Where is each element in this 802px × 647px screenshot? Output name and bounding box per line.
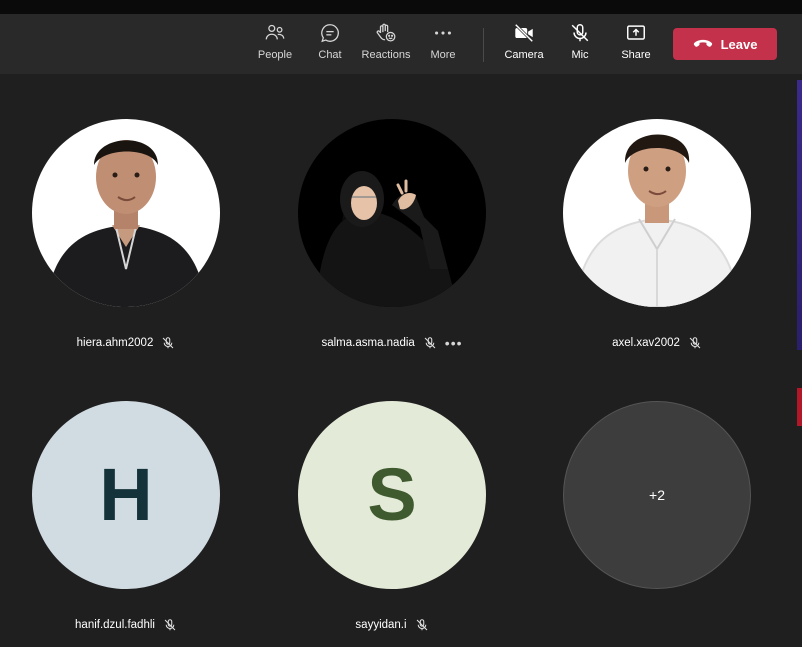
participant-initial: H xyxy=(99,453,153,536)
reactions-label: Reactions xyxy=(361,49,411,61)
mic-off-icon xyxy=(689,337,701,349)
participant-initial-avatar: H xyxy=(32,401,220,589)
mic-off-icon xyxy=(416,619,427,631)
participant-name-row: salma.asma.nadia ••• xyxy=(258,336,526,350)
hang-up-icon xyxy=(693,39,712,47)
share-icon xyxy=(627,25,645,40)
raise-hand-icon xyxy=(376,23,396,42)
toolbar-divider xyxy=(483,28,484,62)
participant-name: hanif.dzul.fadhli xyxy=(75,619,155,631)
overflow-avatar: +2 xyxy=(563,401,751,589)
participant-name: sayyidan.i xyxy=(355,619,407,631)
participant-name-row: axel.xav2002 xyxy=(523,336,791,350)
camera-label: Camera xyxy=(504,49,544,61)
participant-more-options-icon[interactable]: ••• xyxy=(445,336,463,350)
participant-name: axel.xav2002 xyxy=(612,337,680,349)
participant-tile[interactable]: salma.asma.nadia ••• xyxy=(298,119,486,350)
chat-label: Chat xyxy=(318,49,342,61)
participant-name: salma.asma.nadia xyxy=(321,337,415,349)
chat-button[interactable]: Chat xyxy=(302,22,358,68)
leave-label: Leave xyxy=(720,36,758,52)
participant-tile[interactable]: hiera.ahm2002 xyxy=(32,119,220,349)
participant-initial-avatar: S xyxy=(298,401,486,589)
leave-button[interactable]: Leave xyxy=(673,28,777,60)
more-icon xyxy=(435,31,451,35)
participant-initial: S xyxy=(367,453,417,536)
participant-tile[interactable]: H hanif.dzul.fadhli xyxy=(32,401,220,631)
more-button[interactable]: More xyxy=(415,22,471,68)
participant-name-row: hanif.dzul.fadhli xyxy=(0,618,260,632)
people-button[interactable]: People xyxy=(247,22,303,68)
side-edge-indicator xyxy=(797,388,802,426)
share-label: Share xyxy=(621,49,651,61)
participant-photo xyxy=(32,119,220,307)
camera-button[interactable]: Camera xyxy=(496,22,552,68)
mic-off-icon xyxy=(571,24,589,42)
participant-photo xyxy=(298,119,486,307)
mic-label: Mic xyxy=(571,49,589,61)
chat-icon xyxy=(321,24,339,43)
mic-off-icon xyxy=(164,619,176,631)
share-button[interactable]: Share xyxy=(608,22,664,68)
camera-off-icon xyxy=(514,23,534,43)
mic-button[interactable]: Mic xyxy=(552,22,608,68)
overflow-count: +2 xyxy=(649,487,665,503)
title-bar-strip xyxy=(0,0,802,14)
participant-name-row: sayyidan.i xyxy=(258,618,526,632)
participant-name: hiera.ahm2002 xyxy=(76,337,154,349)
people-label: People xyxy=(257,49,293,61)
participant-tile[interactable]: S sayyidan.i xyxy=(298,401,486,631)
participant-name-row: hiera.ahm2002 xyxy=(0,336,260,350)
more-label: More xyxy=(430,49,456,61)
meeting-toolbar: People Chat Reactions More Camera Mic Sh… xyxy=(0,14,802,74)
mic-off-icon xyxy=(424,337,436,349)
side-edge-accent xyxy=(797,80,802,350)
participant-photo xyxy=(563,119,751,307)
people-icon xyxy=(265,24,285,40)
overflow-participants-tile[interactable]: +2 xyxy=(563,401,751,589)
participant-tile[interactable]: axel.xav2002 xyxy=(563,119,751,349)
mic-off-icon xyxy=(163,337,174,349)
reactions-button[interactable]: Reactions xyxy=(358,22,414,68)
